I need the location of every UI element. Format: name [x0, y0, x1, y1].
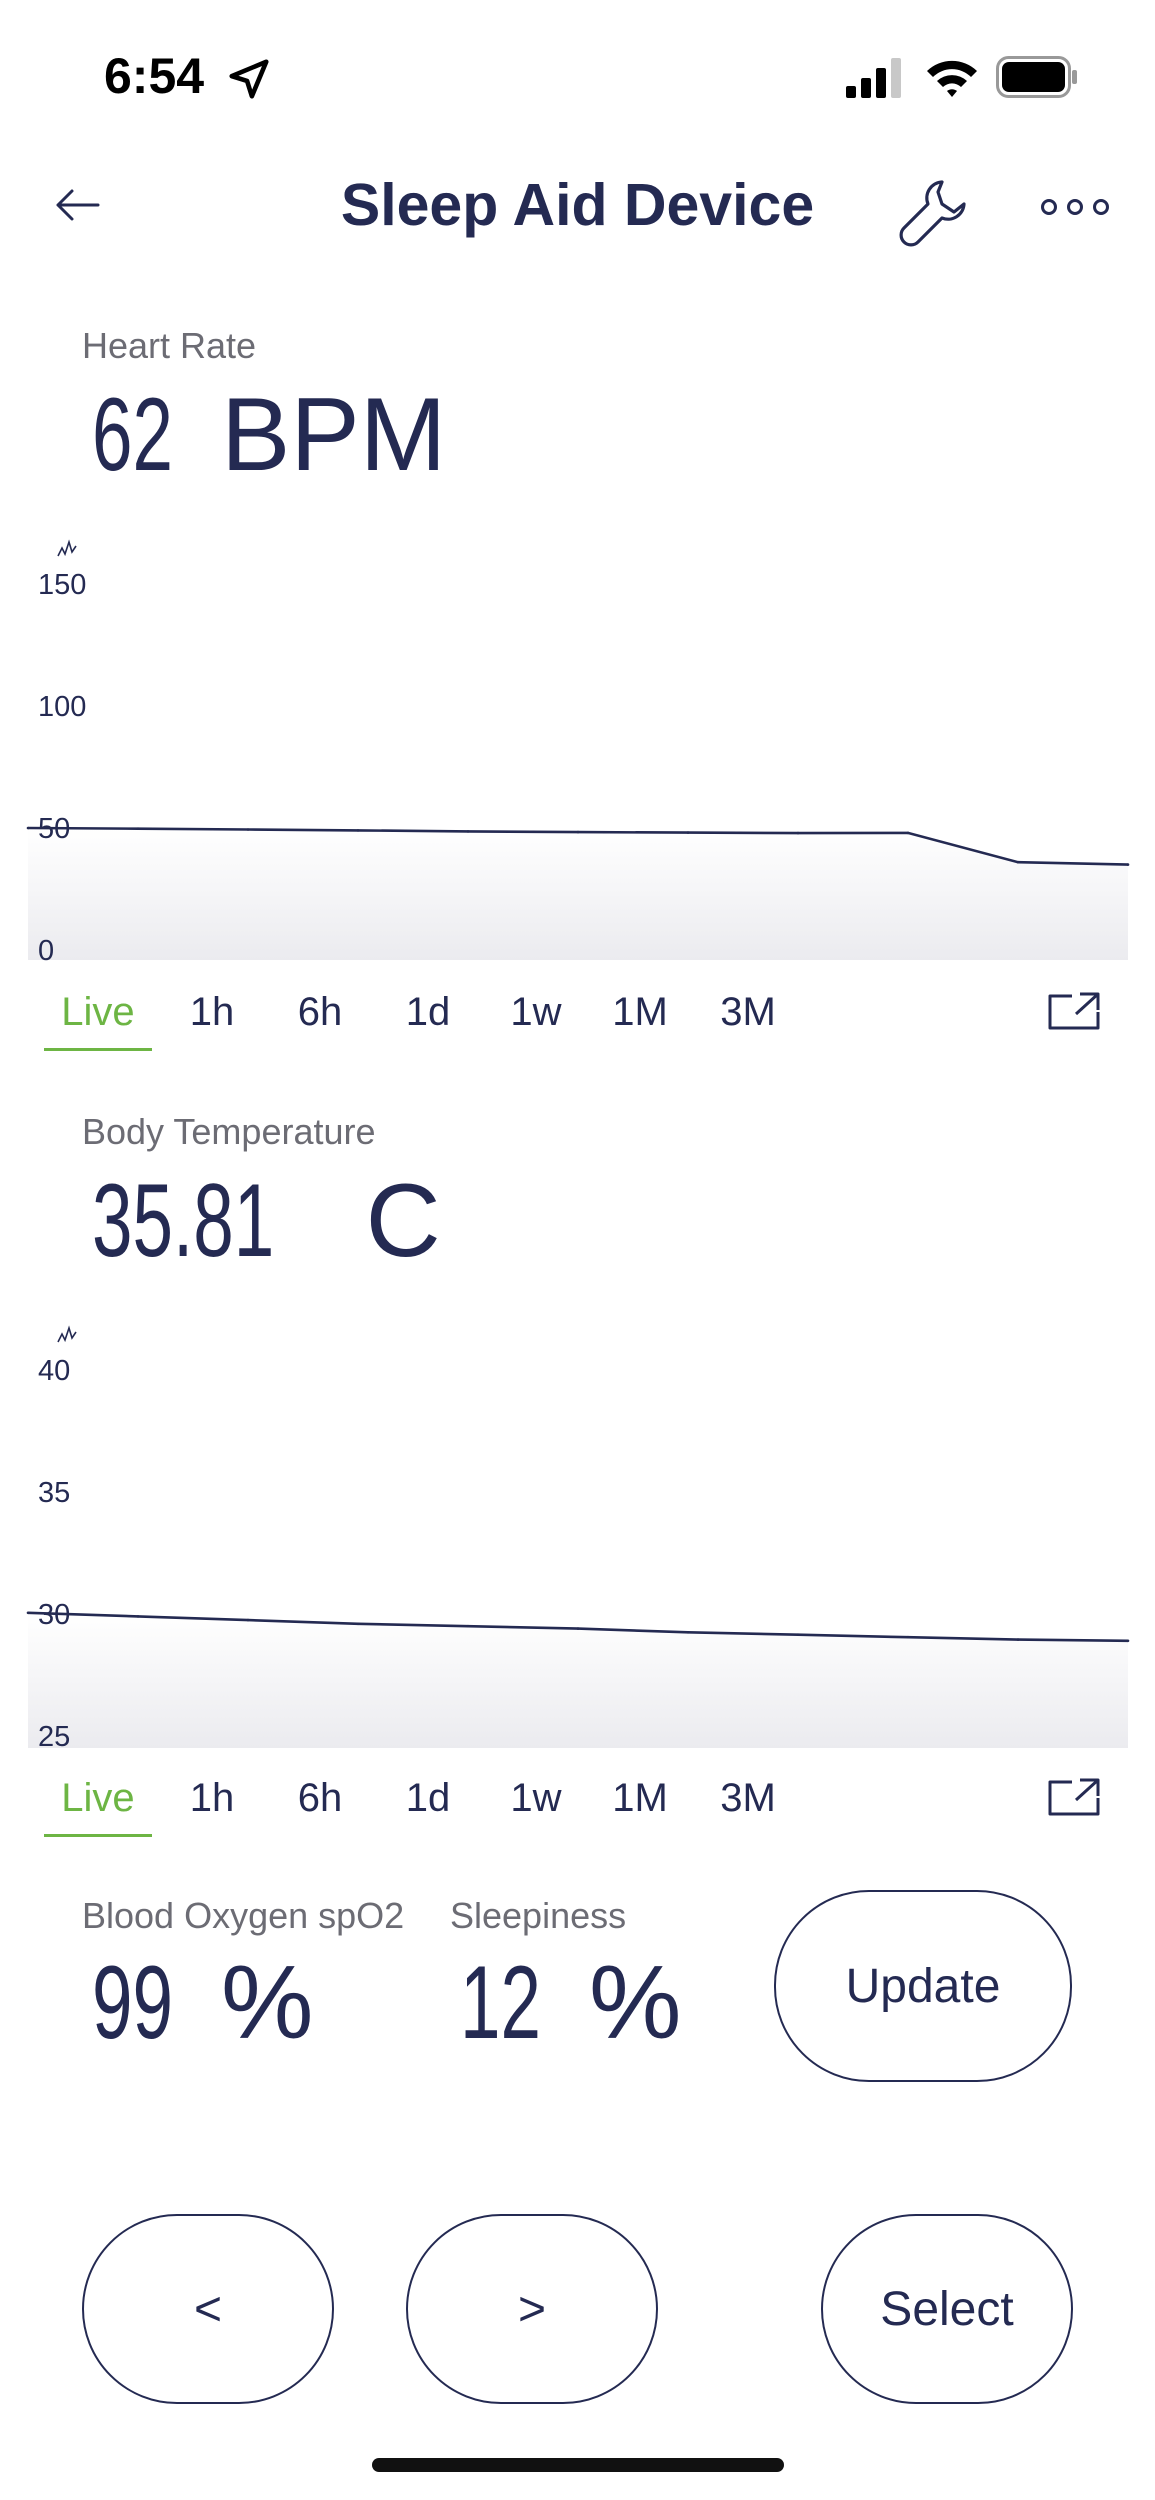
- range-tab-1m[interactable]: 1M: [600, 1770, 680, 1826]
- data-point: [576, 830, 580, 834]
- expand-chart-icon[interactable]: [1046, 1776, 1102, 1820]
- wrench-icon[interactable]: [898, 176, 970, 248]
- range-tab-1w[interactable]: 1w: [496, 1770, 576, 1826]
- range-tab-6h[interactable]: 6h: [280, 1770, 360, 1826]
- data-point: [1016, 860, 1020, 864]
- data-point: [356, 1622, 360, 1626]
- heart-rate-label: Heart Rate: [82, 325, 257, 366]
- range-tab-1h[interactable]: 1h: [172, 1770, 252, 1826]
- select-button[interactable]: Select: [821, 2214, 1073, 2404]
- data-point: [136, 1615, 140, 1618]
- location-arrow-icon: [229, 59, 269, 99]
- y-tick-label: 150: [38, 569, 86, 601]
- data-point: [906, 1635, 910, 1639]
- heart-rate-number: 62: [92, 377, 173, 493]
- sleepiness-label: Sleepiness: [450, 1895, 627, 1936]
- series-area: [28, 1612, 1128, 1748]
- data-point: [796, 831, 800, 835]
- range-tab-1d[interactable]: 1d: [388, 984, 468, 1040]
- body-temperature-chart[interactable]: 40353025: [0, 1316, 1155, 1756]
- data-point: [246, 828, 250, 831]
- range-tab-6h[interactable]: 6h: [280, 984, 360, 1040]
- update-button[interactable]: Update: [774, 1890, 1072, 2082]
- wifi-icon: [927, 60, 977, 97]
- chart-type-icon: [57, 539, 77, 557]
- sleepiness-value: 12 %: [460, 1948, 681, 2058]
- blood-oxygen-unit: %: [221, 1945, 314, 2061]
- heart-rate-unit: BPM: [221, 377, 447, 493]
- range-tab-live[interactable]: Live: [44, 984, 152, 1040]
- battery-icon: [996, 56, 1077, 98]
- body-temperature-unit: C: [365, 1163, 441, 1279]
- data-point: [1126, 1639, 1130, 1643]
- active-tab-underline: [44, 1834, 152, 1837]
- data-point: [26, 826, 30, 830]
- data-point: [686, 1631, 690, 1634]
- range-tab-live[interactable]: Live: [44, 1770, 152, 1826]
- heart-rate-value: 62 BPM: [92, 380, 446, 490]
- next-button[interactable]: >: [406, 2214, 658, 2404]
- range-tab-3m[interactable]: 3M: [708, 1770, 788, 1826]
- page-title: Sleep Aid Device: [340, 172, 815, 238]
- expand-chart-icon[interactable]: [1046, 990, 1102, 1034]
- range-tab-1m[interactable]: 1M: [600, 984, 680, 1040]
- body-temperature-number: 35.81: [92, 1163, 275, 1279]
- data-point: [466, 830, 470, 833]
- y-tick-label: 40: [38, 1355, 70, 1387]
- data-point: [576, 1627, 580, 1630]
- range-tab-3m[interactable]: 3M: [708, 984, 788, 1040]
- active-tab-underline: [44, 1048, 152, 1051]
- y-tick-label: 100: [38, 691, 86, 723]
- previous-button[interactable]: <: [82, 2214, 334, 2404]
- sleepiness-number: 12: [460, 1945, 541, 2061]
- more-options-icon[interactable]: [1040, 190, 1110, 224]
- range-tab-1w[interactable]: 1w: [496, 984, 576, 1040]
- blood-oxygen-value: 99 %: [92, 1948, 313, 2058]
- data-point: [136, 827, 140, 830]
- body-temperature-value: 35.81 C: [92, 1166, 441, 1276]
- range-tab-1d[interactable]: 1d: [388, 1770, 468, 1826]
- sleepiness-unit: %: [589, 1945, 682, 2061]
- home-indicator: [372, 2458, 784, 2472]
- data-point: [1126, 863, 1130, 866]
- heart-rate-chart[interactable]: 150100500: [0, 530, 1155, 970]
- cellular-signal-icon: [846, 58, 901, 98]
- y-tick-label: 25: [38, 1721, 70, 1753]
- blood-oxygen-label: Blood Oxygen spO2: [82, 1895, 405, 1936]
- data-point: [26, 1611, 30, 1615]
- data-point: [906, 831, 910, 835]
- y-tick-label: 0: [38, 935, 54, 967]
- y-tick-label: 35: [38, 1477, 70, 1509]
- data-point: [686, 831, 690, 834]
- status-time: 6:54: [104, 48, 205, 104]
- blood-oxygen-number: 99: [92, 1945, 173, 2061]
- data-point: [1016, 1638, 1020, 1641]
- data-point: [356, 829, 360, 832]
- data-point: [796, 1633, 800, 1636]
- chart-type-icon: [57, 1325, 77, 1343]
- body-temperature-label: Body Temperature: [82, 1111, 376, 1152]
- data-point: [466, 1624, 470, 1628]
- data-point: [246, 1618, 250, 1622]
- range-tab-1h[interactable]: 1h: [172, 984, 252, 1040]
